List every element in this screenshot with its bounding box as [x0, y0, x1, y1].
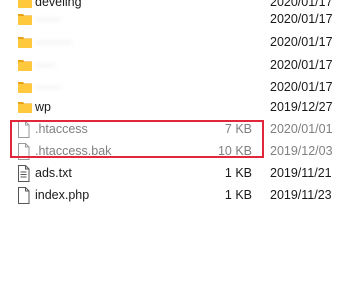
- list-item[interactable]: wp 2019/12/27: [0, 96, 340, 119]
- file-date: 2020/01/17: [270, 35, 333, 49]
- file-name: ------: [35, 80, 60, 94]
- list-item[interactable]: index.php 1 KB 2019/11/23: [0, 184, 340, 207]
- file-name: wp: [35, 100, 51, 114]
- file-date: 2019/11/23: [270, 188, 332, 202]
- file-date: 2020/01/01: [270, 122, 333, 136]
- list-item[interactable]: ads.txt 1 KB 2019/11/21: [0, 162, 340, 185]
- file-date: 2020/01/17: [270, 80, 333, 94]
- file-icon: [18, 187, 30, 204]
- file-name: ---------: [35, 35, 73, 49]
- highlight-annotation-box: [10, 120, 264, 158]
- list-item[interactable]: ------ 2020/01/17: [0, 8, 340, 31]
- folder-icon: [18, 14, 32, 25]
- list-item[interactable]: ----- 2020/01/17: [0, 54, 340, 77]
- file-date: 2019/12/27: [270, 100, 333, 114]
- folder-icon: [18, 60, 32, 71]
- file-size: 1 KB: [224, 188, 252, 202]
- folder-icon: [18, 102, 32, 113]
- file-name: index.php: [35, 188, 90, 202]
- text-file-icon: [18, 165, 30, 182]
- file-date: 2020/01/17: [270, 12, 333, 26]
- file-name: -----: [35, 58, 56, 72]
- file-name: ------: [35, 12, 60, 26]
- file-size: 1 KB: [224, 166, 252, 180]
- file-date: 2019/12/03: [270, 144, 333, 158]
- list-item[interactable]: --------- 2020/01/17: [0, 31, 340, 54]
- file-date: 2020/01/17: [270, 58, 333, 72]
- folder-icon: [18, 37, 32, 48]
- file-list: develing 2020/01/17 ------ 2020/01/17 --…: [0, 0, 340, 294]
- folder-icon: [18, 82, 32, 93]
- file-date: 2019/11/21: [270, 166, 332, 180]
- file-name: ads.txt: [35, 166, 72, 180]
